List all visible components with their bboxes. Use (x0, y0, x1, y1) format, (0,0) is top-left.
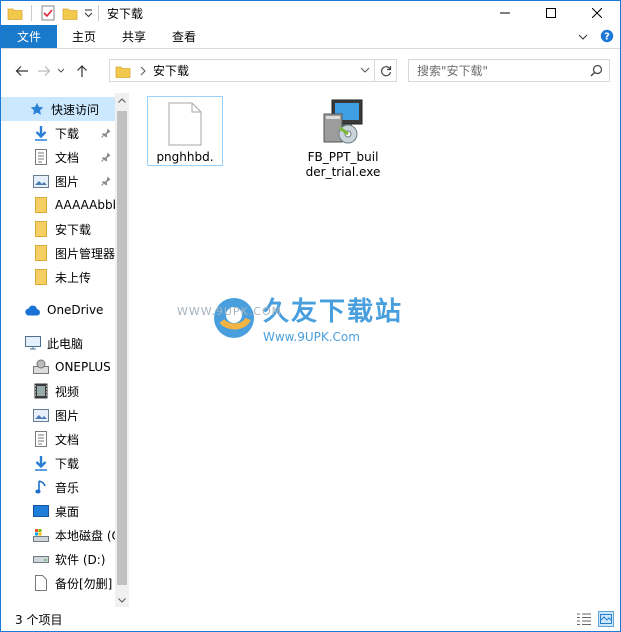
nav-item-pc-documents[interactable]: 文档 (1, 427, 115, 451)
folder-icon (33, 221, 49, 237)
item-count: 3 个项目 (15, 612, 63, 627)
download-icon (33, 125, 49, 141)
folder-icon[interactable] (5, 3, 25, 23)
document-icon (33, 431, 49, 447)
navigation-pane: 快速访问 下载 文档 图片 AAAAAbbb 安下载 图片管理器 未上传 One… (1, 93, 129, 607)
file-name: pnghhbd. (156, 150, 214, 164)
nav-item-folder-aaaaabbb[interactable]: AAAAAbbb (1, 193, 115, 217)
pin-icon[interactable] (101, 127, 111, 141)
file-name: FB_PPT_builder_trial.exe (305, 150, 381, 179)
quick-access-toolbar (1, 1, 105, 25)
folder-icon (33, 197, 49, 213)
desktop-icon (33, 503, 49, 519)
nav-item-pictures[interactable]: 图片 (1, 169, 115, 193)
watermark-url: Www.9UPK.Com (263, 330, 360, 344)
file-item[interactable]: pnghhbd. (147, 96, 223, 166)
nav-item-backup[interactable]: 备份[勿删] (1, 571, 115, 595)
tab-view[interactable]: 查看 (159, 25, 209, 48)
refresh-button[interactable] (375, 59, 397, 82)
scroll-thumb[interactable] (117, 111, 127, 585)
address-row: 安下载 (1, 57, 620, 85)
svg-text:?: ? (604, 31, 610, 42)
folder-icon (33, 269, 49, 285)
device-icon (33, 359, 49, 375)
forward-button[interactable] (33, 60, 55, 82)
scroll-up-icon[interactable] (115, 93, 129, 107)
nav-item-drive-d[interactable]: 软件 (D:) (1, 547, 115, 571)
download-icon (33, 455, 49, 471)
minimize-button[interactable] (482, 1, 528, 25)
customize-qat-icon[interactable] (82, 3, 94, 23)
large-icons-view-icon[interactable] (598, 611, 614, 627)
file-icon (33, 575, 49, 591)
watermark: WWW.9UPK.COM 久友下载站 Www.9UPK.Com (177, 291, 404, 344)
back-button[interactable] (11, 60, 33, 82)
file-item[interactable]: FB_PPT_builder_trial.exe (305, 96, 381, 180)
file-list: pnghhbd. FB_PPT_builder_trial.exe (131, 93, 620, 607)
nav-item-documents[interactable]: 文档 (1, 145, 115, 169)
blank-file-icon (150, 97, 220, 150)
help-icon[interactable]: ? (600, 29, 614, 46)
nav-item-pc-pictures[interactable]: 图片 (1, 403, 115, 427)
chevron-down-icon[interactable] (360, 64, 370, 79)
status-bar: 3 个项目 (1, 607, 620, 631)
picture-icon (33, 173, 49, 189)
folder-icon (115, 66, 131, 78)
search-input[interactable] (417, 63, 587, 78)
nav-item-folder-image-manager[interactable]: 图片管理器 (1, 241, 115, 265)
title-bar: 安下载 (1, 1, 620, 25)
new-folder-icon[interactable] (60, 3, 80, 23)
breadcrumb[interactable]: 安下载 (153, 62, 189, 79)
recent-locations-icon[interactable] (55, 60, 67, 82)
details-view-icon[interactable] (576, 611, 592, 627)
search-box[interactable] (408, 59, 610, 82)
nav-onedrive[interactable]: OneDrive (1, 298, 115, 322)
tab-file[interactable]: 文件 (1, 25, 57, 48)
nav-item-desktop[interactable]: 桌面 (1, 499, 115, 523)
properties-icon[interactable] (38, 3, 58, 23)
system-drive-icon (33, 527, 49, 543)
cloud-icon (25, 302, 41, 318)
document-icon (33, 149, 49, 165)
star-icon (29, 101, 45, 117)
explorer-window: 安下载 文件 主页 共享 查看 ? 安下载 搜索"安下载" 快速访问 下载 文档… (0, 0, 621, 632)
expand-ribbon-icon[interactable] (578, 30, 588, 44)
nav-item-downloads[interactable]: 下载 (1, 121, 115, 145)
computer-icon (25, 335, 41, 351)
nav-scrollbar[interactable] (115, 93, 129, 607)
music-icon (33, 479, 49, 495)
nav-item-music[interactable]: 音乐 (1, 475, 115, 499)
nav-item-folder-not-uploaded[interactable]: 未上传 (1, 265, 115, 289)
pin-icon[interactable] (101, 175, 111, 189)
chevron-right-icon (140, 66, 146, 75)
window-title: 安下载 (107, 6, 144, 21)
watermark-small-url: WWW.9UPK.COM (177, 305, 283, 318)
nav-item-drive-c[interactable]: 本地磁盘 (C (1, 523, 115, 547)
search-icon (590, 64, 603, 80)
video-icon (33, 383, 49, 399)
refresh-icon (380, 65, 391, 76)
folder-icon (33, 245, 49, 261)
pin-icon[interactable] (101, 151, 111, 165)
nav-item-oneplus[interactable]: ONEPLUS (1, 355, 115, 379)
nav-item-videos[interactable]: 视频 (1, 379, 115, 403)
close-button[interactable] (574, 1, 620, 25)
nav-item-pc-downloads[interactable]: 下载 (1, 451, 115, 475)
tab-home[interactable]: 主页 (57, 25, 109, 48)
address-bar[interactable]: 安下载 (109, 59, 375, 82)
maximize-button[interactable] (528, 1, 574, 25)
ribbon-tabs: 文件 主页 共享 查看 ? (1, 25, 620, 49)
drive-icon (33, 551, 49, 567)
scroll-down-icon[interactable] (115, 593, 129, 607)
nav-quick-access[interactable]: 快速访问 (1, 97, 115, 121)
watermark-title: 久友下载站 (263, 297, 404, 327)
picture-icon (33, 407, 49, 423)
up-button[interactable] (71, 60, 93, 82)
installer-exe-icon (308, 96, 378, 150)
tab-share[interactable]: 共享 (109, 25, 159, 48)
nav-item-folder-anxiazai[interactable]: 安下载 (1, 217, 115, 241)
nav-this-pc[interactable]: 此电脑 (1, 331, 115, 355)
